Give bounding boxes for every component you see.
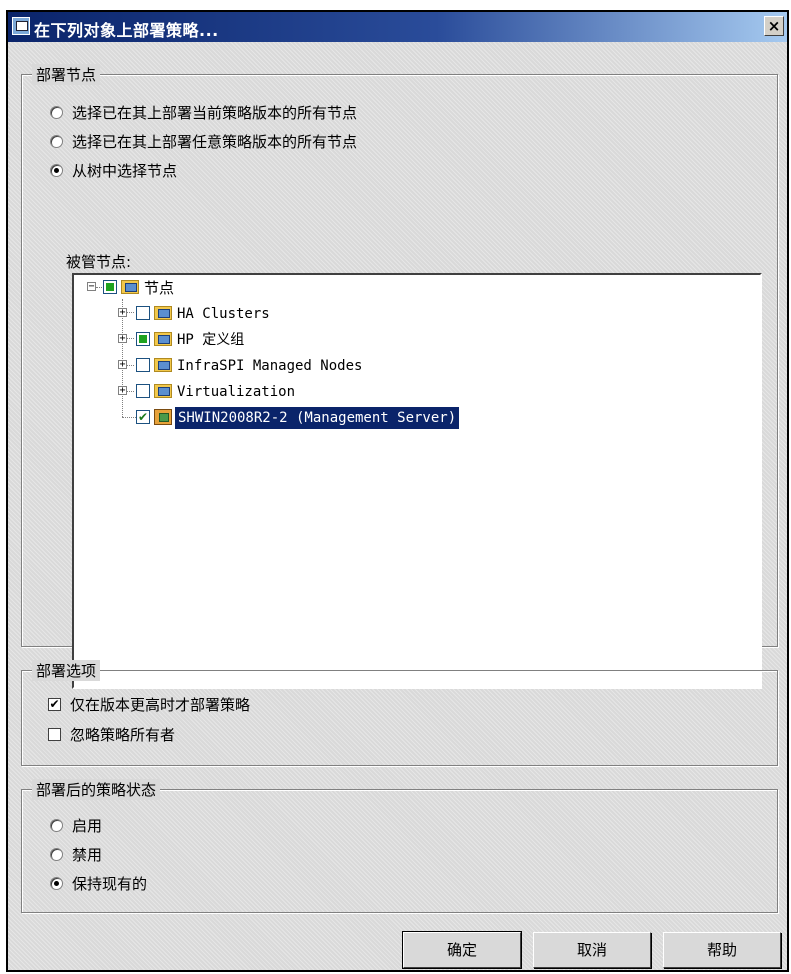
radio-label: 启用	[72, 817, 103, 835]
collapse-icon[interactable]: −	[87, 282, 96, 292]
folder-icon	[154, 306, 172, 320]
tree-checkbox[interactable]: ✔	[136, 410, 150, 424]
tree-node-ha-clusters[interactable]: + HA Clusters	[74, 303, 574, 325]
radio-label: 禁用	[72, 846, 103, 864]
radio-indicator[interactable]	[50, 819, 63, 832]
deploy-options-legend: 部署选项	[32, 660, 101, 681]
tree-checkbox[interactable]	[136, 332, 150, 346]
deploy-options-group: 部署选项 ✔ 仅在版本更高时才部署策略 忽略策略所有者	[21, 660, 778, 766]
radio-indicator[interactable]	[50, 877, 63, 890]
tree-node-label: SHWIN2008R2-2 (Management Server)	[173, 406, 461, 430]
tree-checkbox[interactable]	[103, 280, 117, 294]
radio-indicator[interactable]	[50, 106, 63, 119]
tree-node-label: HP 定义组	[177, 332, 245, 348]
help-button[interactable]: 帮助	[663, 932, 781, 968]
radio-label: 选择已在其上部署当前策略版本的所有节点	[72, 104, 358, 122]
deploy-policy-dialog: 在下列对象上部署策略... × 部署节点 选择已在其上部署当前策略版本的所有节点…	[6, 10, 789, 972]
folder-icon	[121, 280, 139, 294]
tree-checkbox[interactable]	[136, 384, 150, 398]
radio-indicator[interactable]	[50, 135, 63, 148]
tree-checkbox[interactable]	[136, 306, 150, 320]
expand-icon[interactable]: +	[118, 360, 127, 370]
tree-node-label: HA Clusters	[177, 306, 270, 322]
tree-node-hp-groups[interactable]: + HP 定义组	[74, 329, 574, 351]
title-bar[interactable]: 在下列对象上部署策略... ×	[8, 12, 787, 42]
radio-label: 保持现有的	[72, 875, 148, 893]
server-icon	[154, 409, 172, 425]
tree-node-infraspi[interactable]: + InfraSPI Managed Nodes	[74, 355, 574, 377]
tree-node-label: Virtualization	[177, 384, 296, 400]
node-tree[interactable]: − 节点 + HA Clusters + HP 定义组 + InfraSPI M…	[72, 273, 762, 689]
app-icon	[12, 17, 30, 35]
radio-indicator[interactable]	[50, 164, 63, 177]
checkbox-label: 忽略策略所有者	[70, 726, 176, 744]
post-deploy-state-legend: 部署后的策略状态	[32, 779, 161, 800]
checkbox-label: 仅在版本更高时才部署策略	[70, 696, 251, 714]
expand-icon[interactable]: +	[118, 334, 127, 344]
deploy-nodes-legend: 部署节点	[32, 64, 101, 85]
folder-icon	[154, 384, 172, 398]
cancel-button[interactable]: 取消	[533, 932, 651, 968]
expand-icon[interactable]: +	[118, 386, 127, 396]
tree-checkbox[interactable]	[136, 358, 150, 372]
folder-icon	[154, 358, 172, 372]
radio-indicator[interactable]	[50, 848, 63, 861]
radio-label: 从树中选择节点	[72, 162, 178, 180]
window-title: 在下列对象上部署策略...	[34, 21, 219, 40]
expand-icon[interactable]: +	[118, 308, 127, 318]
post-deploy-state-group: 部署后的策略状态 启用 禁用 保持现有的	[21, 779, 778, 913]
tree-node-root[interactable]: − 节点	[74, 277, 474, 299]
close-button[interactable]: ×	[764, 16, 784, 36]
checkbox-indicator[interactable]: ✔	[48, 698, 61, 711]
tree-node-management-server[interactable]: ✔ SHWIN2008R2-2 (Management Server)	[74, 406, 634, 430]
radio-label: 选择已在其上部署任意策略版本的所有节点	[72, 133, 358, 151]
deploy-nodes-group: 部署节点 选择已在其上部署当前策略版本的所有节点 选择已在其上部署任意策略版本的…	[21, 64, 778, 689]
tree-node-virtualization[interactable]: + Virtualization	[74, 381, 574, 403]
checkbox-indicator[interactable]	[48, 728, 61, 741]
ok-button[interactable]: 确定	[402, 931, 522, 969]
tree-node-label: InfraSPI Managed Nodes	[177, 358, 363, 374]
tree-node-label: 节点	[144, 279, 175, 297]
folder-icon	[154, 332, 172, 346]
managed-nodes-label: 被管节点:	[66, 253, 132, 271]
